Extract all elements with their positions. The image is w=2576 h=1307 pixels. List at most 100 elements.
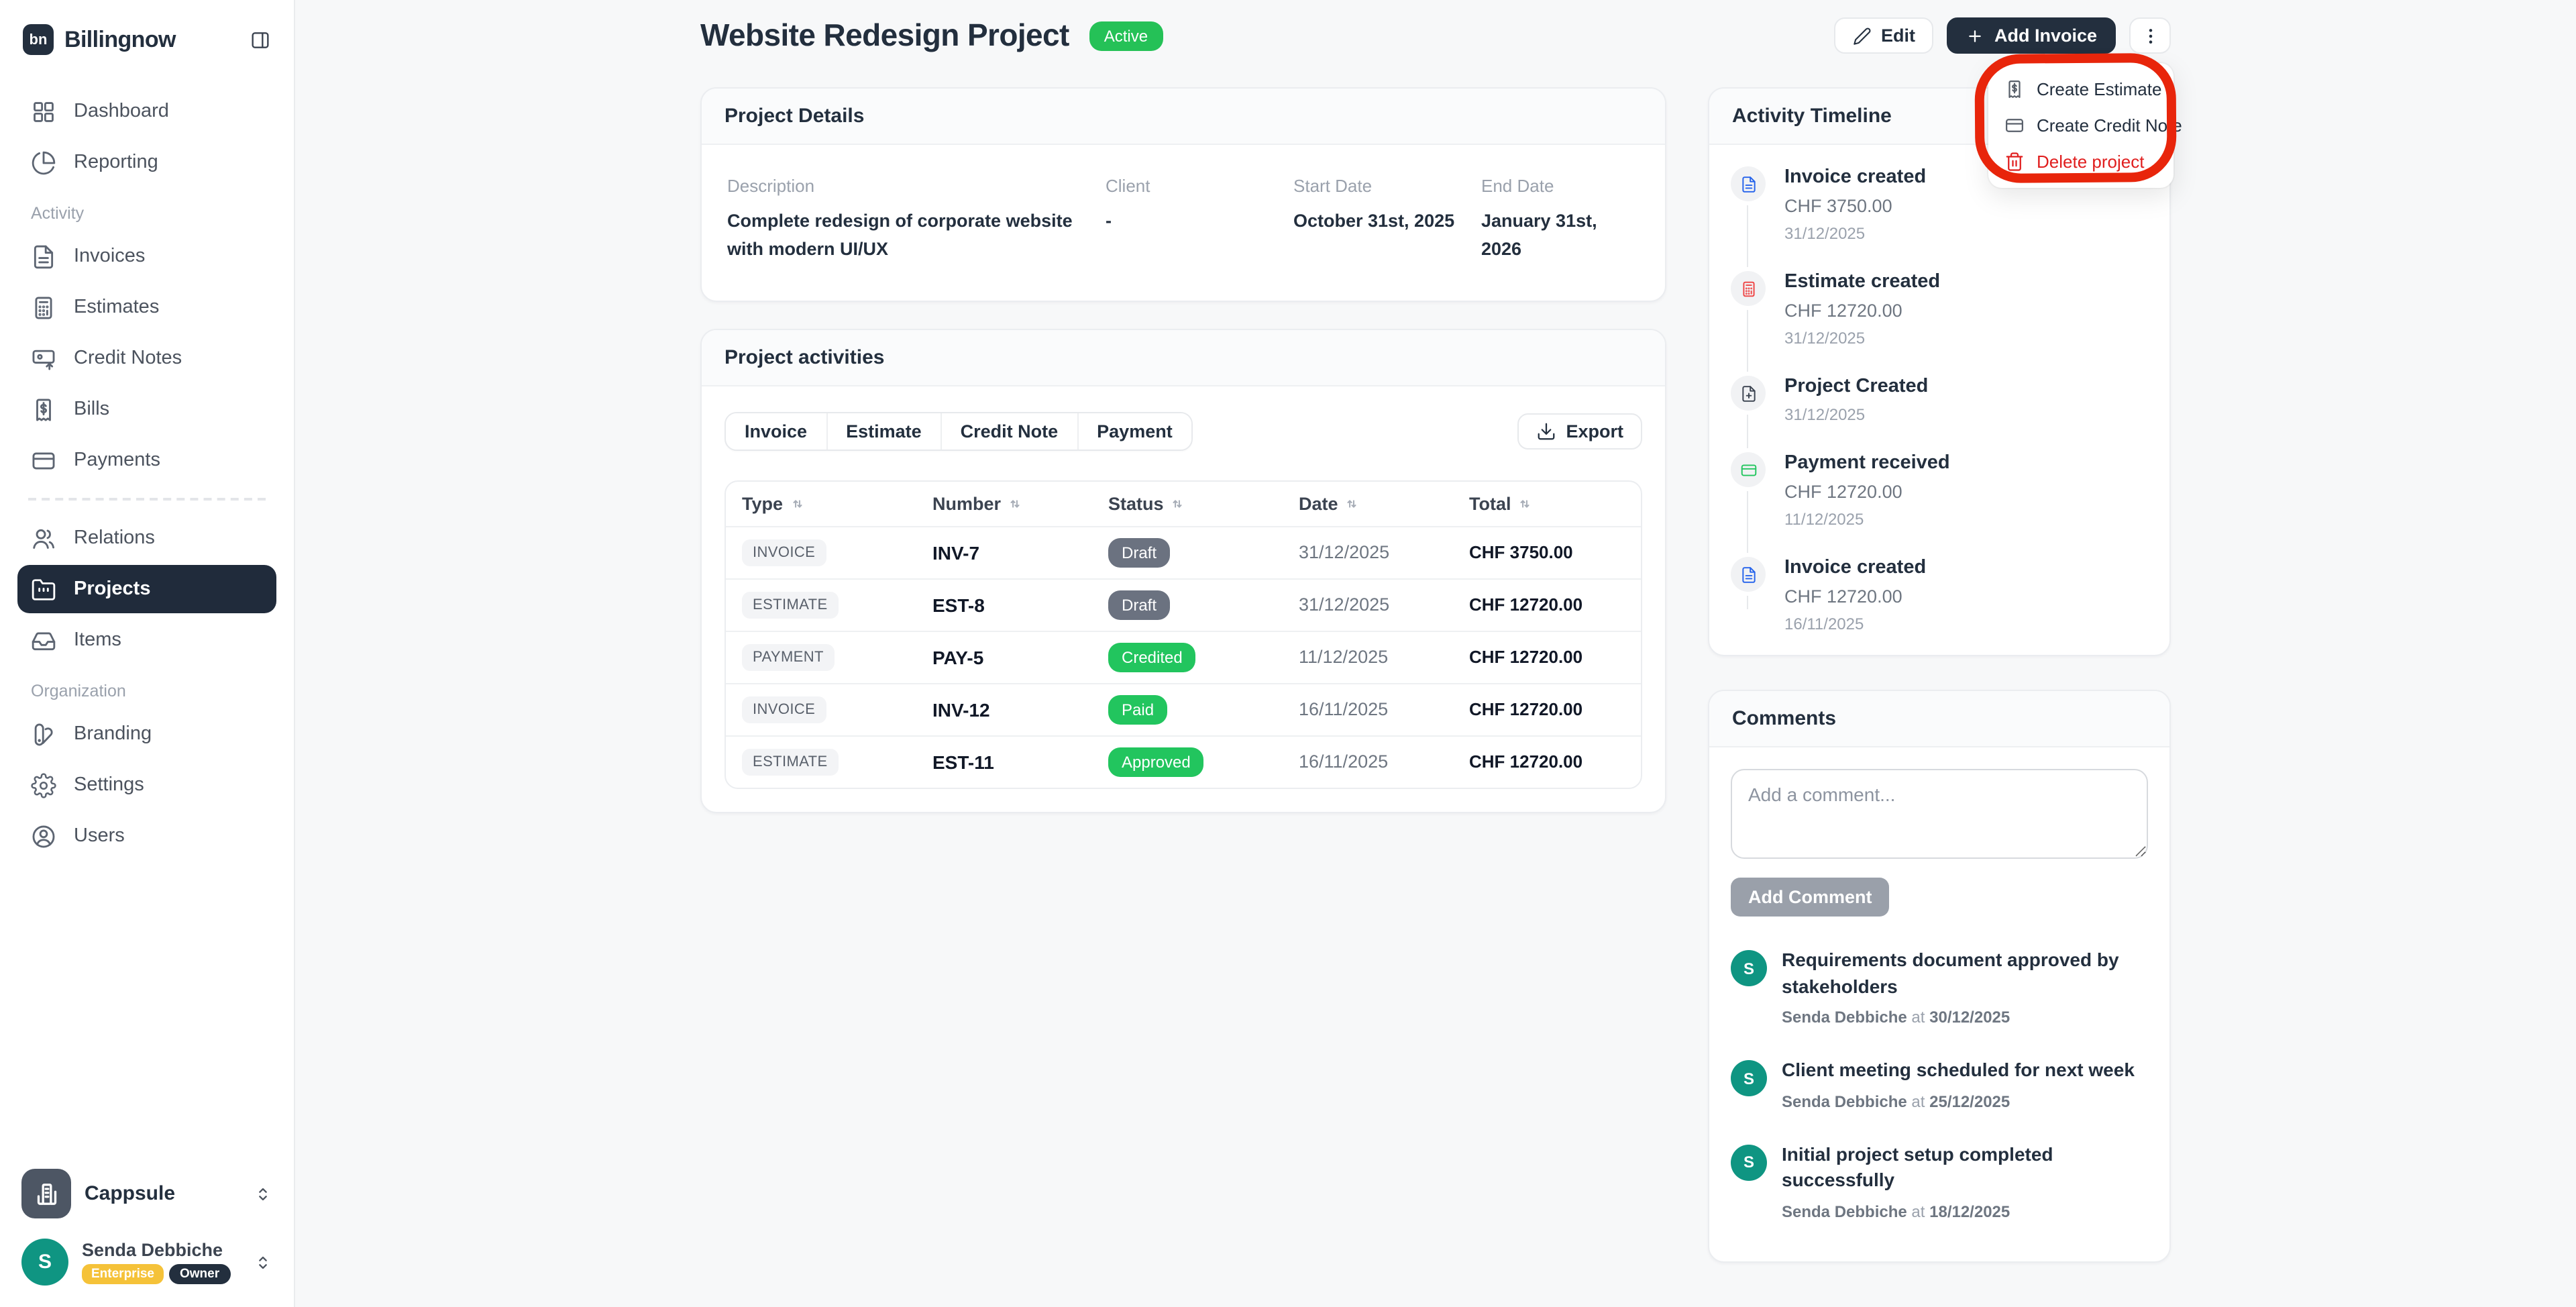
calculator-icon [1731, 271, 1766, 306]
sidebar-item-dashboard[interactable]: Dashboard [17, 87, 276, 136]
sidebar-item-users[interactable]: Users [17, 812, 276, 860]
app-window: bn Billingnow Dashboard Reporting Activi… [0, 0, 2576, 1307]
column-header-date[interactable]: Date [1283, 482, 1453, 527]
comment-input[interactable] [1731, 769, 2148, 859]
file-plus-icon [1731, 376, 1766, 411]
menu-item-delete-project[interactable]: Delete project [1988, 144, 2174, 180]
tab-payment[interactable]: Payment [1077, 413, 1191, 450]
table-row[interactable]: INVOICE INV-12 Paid 16/11/2025 CHF 12720… [726, 684, 1641, 736]
project-details-title: Project Details [702, 89, 1665, 145]
timeline-event: Invoice created CHF 12720.00 16/11/2025 [1731, 557, 2148, 647]
sidebar-item-label: Estimates [74, 297, 159, 318]
project-details-card: Project Details Description Complete red… [700, 87, 1666, 302]
sidebar-footer: Cappsule S Senda Debbiche Enterprise Own… [17, 1169, 276, 1286]
download-icon [1536, 421, 1556, 441]
comment-item: S Requirements document approved by stak… [1731, 947, 2148, 1027]
sidebar-item-label: Users [74, 825, 125, 847]
menu-item-create-estimate[interactable]: Create Estimate [1988, 71, 2174, 107]
sidebar-item-payments[interactable]: Payments [17, 436, 276, 484]
company-switcher[interactable]: Cappsule [17, 1169, 276, 1218]
edit-button[interactable]: Edit [1834, 17, 1934, 54]
comment-text: Requirements document approved by stakeh… [1782, 947, 2148, 1000]
sidebar-item-credit-notes[interactable]: Credit Notes [17, 334, 276, 382]
type-chip: INVOICE [742, 539, 826, 566]
logo-monogram: bn [23, 24, 54, 55]
sidebar-item-label: Items [74, 629, 121, 651]
project-activities-title: Project activities [702, 330, 1665, 386]
comment-meta: Senda Debbiche at 30/12/2025 [1782, 1008, 2148, 1027]
status-badge: Credited [1108, 643, 1196, 672]
tab-credit-note[interactable]: Credit Note [941, 413, 1077, 450]
status-badge: Approved [1108, 747, 1204, 777]
event-date: 11/12/2025 [1784, 510, 2148, 529]
card-arrow-up-icon [31, 346, 56, 371]
user-menu[interactable]: S Senda Debbiche Enterprise Owner [17, 1239, 276, 1286]
sidebar-item-invoices[interactable]: Invoices [17, 232, 276, 280]
sidebar-item-reporting[interactable]: Reporting [17, 138, 276, 187]
gear-icon [31, 772, 56, 798]
total-cell: CHF 3750.00 [1453, 527, 1641, 579]
comment-author: Senda Debbiche [1782, 1202, 1907, 1221]
table-row[interactable]: PAYMENT PAY-5 Credited 11/12/2025 CHF 12… [726, 631, 1641, 684]
plan-badge: Enterprise [82, 1264, 164, 1284]
total-cell: CHF 12720.00 [1453, 736, 1641, 788]
comment-date: 30/12/2025 [1929, 1008, 2010, 1027]
column-header-total[interactable]: Total [1453, 482, 1641, 527]
sidebar-item-label: Branding [74, 723, 152, 745]
end-date-value: January 31st, 2026 [1481, 208, 1640, 264]
add-comment-button[interactable]: Add Comment [1731, 878, 1890, 917]
sidebar-item-relations[interactable]: Relations [17, 514, 276, 562]
more-actions-button[interactable] [2129, 17, 2171, 54]
tab-invoice[interactable]: Invoice [726, 413, 826, 450]
sidebar-item-bills[interactable]: Bills [17, 385, 276, 433]
event-amount: CHF 12720.00 [1784, 482, 2148, 502]
event-date: 31/12/2025 [1784, 224, 2148, 243]
column-header-number[interactable]: Number [916, 482, 1092, 527]
sidebar-item-projects[interactable]: Projects [17, 565, 276, 613]
sidebar-item-label: Invoices [74, 246, 145, 267]
sidebar-item-label: Projects [74, 578, 150, 600]
sidebar-item-label: Dashboard [74, 101, 169, 122]
event-amount: CHF 12720.00 [1784, 586, 2148, 607]
activity-type-tabs: Invoice Estimate Credit Note Payment [724, 412, 1193, 451]
status-badge: Paid [1108, 695, 1167, 725]
table-row[interactable]: INVOICE INV-7 Draft 31/12/2025 CHF 3750.… [726, 527, 1641, 579]
sidebar-item-settings[interactable]: Settings [17, 761, 276, 809]
invoice-file-icon [1731, 557, 1766, 592]
column-header-status[interactable]: Status [1092, 482, 1283, 527]
sidebar-item-label: Settings [74, 774, 144, 796]
calculator-icon [31, 295, 56, 320]
page-header: Website Redesign Project Active Edit Add… [700, 17, 2171, 54]
credit-card-icon [31, 448, 56, 473]
app-name: Billingnow [64, 26, 176, 53]
date-cell: 11/12/2025 [1283, 631, 1453, 684]
sidebar-item-label: Payments [74, 450, 160, 471]
pencil-icon [1853, 26, 1872, 45]
number-cell: EST-11 [916, 736, 1092, 788]
tab-estimate[interactable]: Estimate [826, 413, 941, 450]
comment-date: 25/12/2025 [1929, 1092, 2010, 1111]
client-label: Client [1106, 176, 1293, 196]
table-row[interactable]: ESTIMATE EST-8 Draft 31/12/2025 CHF 1272… [726, 579, 1641, 631]
sidebar-divider [28, 498, 266, 501]
add-invoice-button[interactable]: Add Invoice [1947, 17, 2116, 54]
sort-icon [1171, 496, 1185, 511]
header-actions: Edit Add Invoice [1834, 17, 2171, 54]
sort-icon [790, 496, 804, 511]
sidebar-item-items[interactable]: Items [17, 616, 276, 664]
date-cell: 31/12/2025 [1283, 527, 1453, 579]
dashboard-icon [31, 99, 56, 124]
sidebar-item-estimates[interactable]: Estimates [17, 283, 276, 331]
sidebar-collapse-icon[interactable] [250, 29, 271, 50]
column-header-type[interactable]: Type [726, 482, 916, 527]
start-date-label: Start Date [1293, 176, 1481, 196]
credit-card-icon [2004, 115, 2025, 136]
sidebar-nav: Dashboard Reporting Activity Invoices Es… [17, 87, 276, 863]
sidebar-item-branding[interactable]: Branding [17, 710, 276, 758]
menu-item-create-credit-note[interactable]: Create Credit Note [1988, 107, 2174, 144]
actions-dropdown-menu: Create Estimate Create Credit Note Delet… [1988, 63, 2174, 188]
comment-text: Initial project setup completed successf… [1782, 1142, 2148, 1194]
export-button[interactable]: Export [1517, 413, 1642, 450]
table-row[interactable]: ESTIMATE EST-11 Approved 16/11/2025 CHF … [726, 736, 1641, 788]
receipt-dollar-icon [31, 397, 56, 422]
